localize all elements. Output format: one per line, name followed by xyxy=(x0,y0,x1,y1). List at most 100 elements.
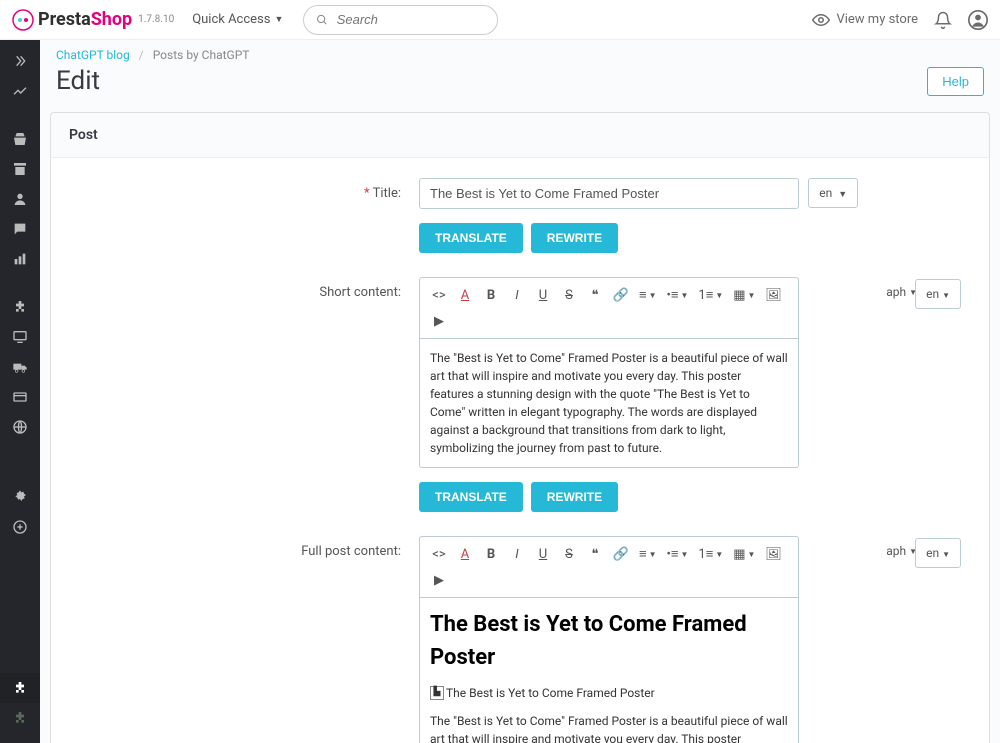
title-label: *Title: xyxy=(69,178,419,253)
store-icon xyxy=(12,161,28,177)
table-icon[interactable]: ▦▼ xyxy=(730,543,758,565)
chevron-down-icon: ▼ xyxy=(942,550,950,559)
full-content-image-placeholder[interactable]: ▙The Best is Yet to Come Framed Poster xyxy=(430,684,788,702)
align-icon[interactable]: ≡▼ xyxy=(636,284,660,306)
breadcrumb: ChatGPT blog / Posts by ChatGPT xyxy=(40,40,1000,62)
full-content-label: Full post content: xyxy=(69,536,419,743)
sidebar-item-dashboard[interactable] xyxy=(0,76,40,106)
bar-chart-icon xyxy=(12,251,28,267)
quick-access-menu[interactable]: Quick Access ▼ xyxy=(192,12,283,27)
bold-icon[interactable]: B xyxy=(480,284,502,306)
sidebar-item-advanced[interactable] xyxy=(0,512,40,542)
basket-icon xyxy=(12,131,28,147)
chevrons-right-icon xyxy=(12,53,28,69)
view-store-link[interactable]: View my store xyxy=(812,11,918,29)
title-lang-select[interactable]: en ▼ xyxy=(808,178,858,208)
logo[interactable]: PrestaShop xyxy=(12,9,132,31)
strike-icon[interactable]: S xyxy=(558,543,580,565)
sidebar-item-shipping[interactable] xyxy=(0,352,40,382)
sidebar-item-catalog[interactable] xyxy=(0,154,40,184)
short-translate-button[interactable]: TRANSLATE xyxy=(419,482,523,512)
credit-card-icon xyxy=(12,389,28,405)
bold-icon[interactable]: B xyxy=(480,543,502,565)
text-color-icon[interactable]: A xyxy=(454,543,476,565)
link-icon[interactable]: 🔗 xyxy=(610,284,632,306)
sidebar-item-support[interactable] xyxy=(0,214,40,244)
short-lang-select[interactable]: en ▼ xyxy=(915,279,961,309)
sidebar-toggle[interactable] xyxy=(0,46,40,76)
puzzle-icon xyxy=(12,299,28,315)
short-rte-toolbar: <> A B I U S ❝ 🔗 ≡▼ •≡▼ 1≡▼ ▦▼ xyxy=(419,277,799,338)
page-head: Edit Help xyxy=(40,62,1000,112)
full-lang-select[interactable]: en ▼ xyxy=(915,538,961,568)
source-code-icon[interactable]: <> xyxy=(428,543,450,565)
underline-icon[interactable]: U xyxy=(532,543,554,565)
video-icon[interactable]: ▶ xyxy=(428,310,450,332)
breadcrumb-level2: Posts by ChatGPT xyxy=(153,48,250,62)
underline-icon[interactable]: U xyxy=(532,284,554,306)
sidebar-item-modules[interactable] xyxy=(0,292,40,322)
strike-icon[interactable]: S xyxy=(558,284,580,306)
sidebar-item-design[interactable] xyxy=(0,322,40,352)
search-input[interactable] xyxy=(337,12,486,27)
title-row: *Title: en ▼ TRANSLATE REWRITE xyxy=(69,178,971,253)
trending-up-icon xyxy=(12,83,28,99)
chevron-down-icon: ▼ xyxy=(942,291,950,300)
title-translate-button[interactable]: TRANSLATE xyxy=(419,223,523,253)
italic-icon[interactable]: I xyxy=(506,284,528,306)
sidebar-item-configure[interactable] xyxy=(0,482,40,512)
sidebar-item-orders[interactable] xyxy=(0,124,40,154)
sidebar-item-international[interactable] xyxy=(0,412,40,442)
post-panel: Post *Title: en ▼ TRANSLATE REWRITE Shor… xyxy=(50,112,990,743)
sidebar-item-stats[interactable] xyxy=(0,244,40,274)
image-icon[interactable]: 🖼 xyxy=(762,543,784,565)
blockquote-icon[interactable]: ❝ xyxy=(584,543,606,565)
link-icon[interactable]: 🔗 xyxy=(610,543,632,565)
chevron-down-icon: ▼ xyxy=(838,190,847,200)
short-content-editor[interactable]: The "Best is Yet to Come" Framed Poster … xyxy=(419,338,799,468)
truck-icon xyxy=(12,359,28,375)
quick-access-label: Quick Access xyxy=(192,12,270,27)
title-rewrite-button[interactable]: REWRITE xyxy=(531,223,618,253)
breadcrumb-level1[interactable]: ChatGPT blog xyxy=(56,48,130,62)
full-rte-toolbar: <> A B I U S ❝ 🔗 ≡▼ •≡▼ 1≡▼ ▦▼ xyxy=(419,536,799,597)
search-box[interactable] xyxy=(303,5,498,35)
italic-icon[interactable]: I xyxy=(506,543,528,565)
monitor-icon xyxy=(12,329,28,345)
short-rewrite-button[interactable]: REWRITE xyxy=(531,482,618,512)
profile-button[interactable] xyxy=(968,10,988,30)
bullet-list-icon[interactable]: •≡▼ xyxy=(664,284,692,306)
number-list-icon[interactable]: 1≡▼ xyxy=(695,284,726,306)
logo-text-presta: Presta xyxy=(38,9,91,30)
blockquote-icon[interactable]: ❝ xyxy=(584,284,606,306)
full-content-heading: The Best is Yet to Come Framed Poster xyxy=(430,608,788,674)
number-list-icon[interactable]: 1≡▼ xyxy=(695,543,726,565)
globe-icon xyxy=(12,419,28,435)
image-icon[interactable]: 🖼 xyxy=(762,284,784,306)
eye-icon xyxy=(812,11,830,29)
full-content-row: Full post content: <> A B I U S ❝ 🔗 ≡▼ xyxy=(69,536,971,743)
version-label: 1.7.8.10 xyxy=(138,14,174,25)
short-paragraph-menu[interactable]: aph▼ xyxy=(886,285,917,299)
help-button[interactable]: Help xyxy=(927,67,984,96)
bullet-list-icon[interactable]: •≡▼ xyxy=(664,543,692,565)
full-content-editor[interactable]: The Best is Yet to Come Framed Poster ▙T… xyxy=(419,597,799,743)
text-color-icon[interactable]: A xyxy=(454,284,476,306)
sidebar-item-customers[interactable] xyxy=(0,184,40,214)
table-icon[interactable]: ▦▼ xyxy=(730,284,758,306)
title-input[interactable] xyxy=(419,178,799,209)
panel-heading: Post xyxy=(51,113,989,158)
plus-circle-icon xyxy=(12,519,28,535)
bell-icon xyxy=(934,11,952,29)
notifications-button[interactable] xyxy=(934,11,952,29)
sidebar-item-payment[interactable] xyxy=(0,382,40,412)
topbar: PrestaShop 1.7.8.10 Quick Access ▼ View … xyxy=(0,0,1000,40)
sidebar-item-extra-2[interactable] xyxy=(0,703,40,733)
align-icon[interactable]: ≡▼ xyxy=(636,543,660,565)
puzzle-icon xyxy=(12,680,28,696)
gear-icon xyxy=(12,489,28,505)
source-code-icon[interactable]: <> xyxy=(428,284,450,306)
sidebar-item-extra-1[interactable] xyxy=(0,673,40,703)
video-icon[interactable]: ▶ xyxy=(428,569,450,591)
full-paragraph-menu[interactable]: aph▼ xyxy=(886,544,917,558)
